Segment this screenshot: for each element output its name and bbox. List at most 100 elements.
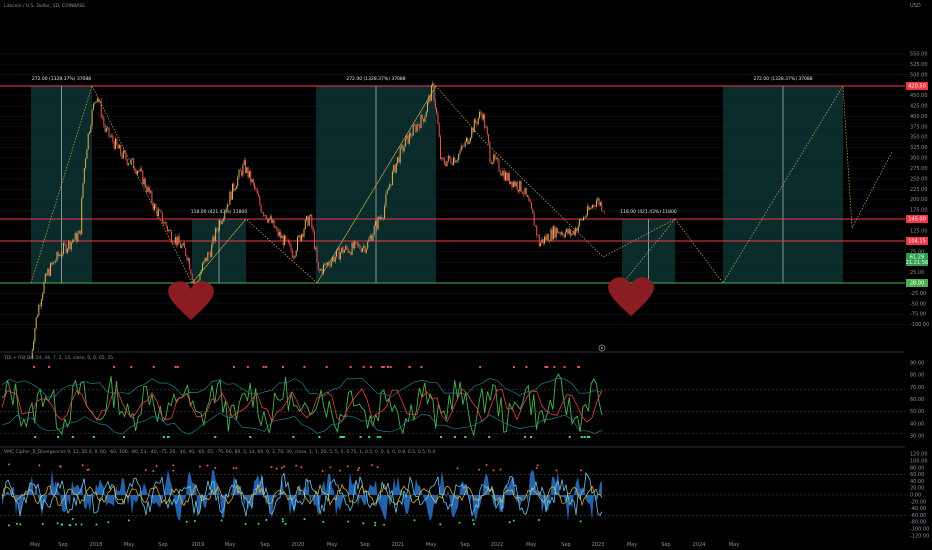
cipher-sell-dot: [300, 466, 303, 469]
rsi-oversold-dot: [583, 436, 586, 438]
tradingview-chart[interactable]: 272.00 (1328.37%) 37088 118.00 (421.43%) …: [0, 0, 932, 550]
rsi-overbought-dot: [33, 366, 36, 368]
candle-body: [295, 250, 297, 256]
time-tick-label: May: [426, 542, 436, 548]
candle-body: [113, 141, 115, 149]
price-tick-label: -75.00: [910, 312, 926, 318]
candle-body: [549, 241, 551, 242]
cipher-sell-dot: [8, 463, 11, 466]
candle-body: [531, 202, 532, 209]
price-tick-label: 425.00: [910, 103, 928, 109]
candle-body: [81, 198, 83, 235]
candle-body: [198, 280, 200, 282]
candle-body: [34, 328, 36, 342]
candle-body: [169, 229, 171, 232]
rsi-oversold-dot: [249, 436, 252, 438]
candle-body: [451, 163, 453, 165]
candle-body: [289, 242, 291, 244]
cipher-buy-dot: [374, 521, 377, 524]
candle-body: [284, 235, 285, 246]
candle-body: [495, 158, 497, 159]
candle-body: [143, 178, 145, 185]
candle-body: [598, 198, 600, 206]
cipher-buy-dot: [413, 519, 416, 522]
candle-body: [372, 234, 374, 241]
candle-body: [364, 245, 366, 253]
rsi-overbought-dot: [420, 366, 423, 368]
cipher-sell-dot: [376, 466, 379, 469]
rsi-oversold-dot: [71, 436, 74, 438]
candle-body: [85, 158, 87, 168]
candle-body: [273, 219, 275, 228]
candle-body: [562, 232, 564, 236]
candle-body: [560, 232, 562, 235]
candle-body: [264, 214, 266, 216]
cipher-buy-dot: [244, 523, 247, 526]
cipher-sell-dot: [86, 468, 89, 471]
cipher-sell-dot: [280, 466, 283, 469]
candle-body: [56, 252, 58, 261]
cipher-tick-label: -40.00: [910, 506, 926, 512]
rsi-oversold-dot: [376, 436, 379, 438]
candle-body: [380, 217, 382, 220]
candle-body: [537, 235, 539, 236]
candle-body: [202, 263, 204, 271]
candle-body: [235, 186, 237, 189]
candle-body: [304, 219, 306, 230]
rsi-oversold-dot: [530, 436, 533, 438]
candle-body: [533, 213, 535, 226]
candle-body: [555, 228, 557, 238]
price-tick-label: -25.00: [910, 291, 926, 297]
candle-body: [490, 161, 492, 164]
candle-body: [345, 246, 347, 250]
candle-body: [42, 293, 44, 300]
candle-body: [356, 242, 358, 245]
candle-body: [492, 162, 493, 164]
candle-body: [280, 232, 282, 239]
cipher-buy-dot: [15, 522, 18, 525]
candle-body: [297, 237, 298, 251]
candle-body: [359, 244, 361, 249]
candle-body: [141, 168, 142, 171]
rsi-oversold-dot: [57, 436, 60, 438]
candle-body: [83, 167, 85, 184]
candle-body: [476, 122, 478, 125]
candle-body: [241, 170, 243, 176]
candle-body: [233, 183, 235, 191]
candle-body: [367, 241, 369, 249]
candle-body: [86, 149, 88, 159]
candle-body: [397, 157, 399, 164]
cipher-sell-dot: [155, 465, 158, 468]
candle-body: [177, 236, 179, 246]
zone-label: 118.00 (421.43%) 11800: [191, 209, 248, 215]
cipher-buy-dot: [383, 523, 386, 526]
candle-body: [53, 261, 55, 263]
candle-body: [212, 236, 214, 245]
candle-body: [360, 248, 362, 252]
candle-body: [245, 160, 246, 173]
candle-body: [414, 125, 415, 126]
candle-body: [351, 242, 353, 255]
candle-body: [154, 204, 155, 210]
cipher-buy-dot: [19, 523, 22, 526]
rsi-oversold-dot: [379, 436, 382, 438]
candle-body: [433, 83, 435, 101]
cipher-sell-dot: [321, 469, 324, 472]
candle-body: [274, 227, 276, 229]
cipher-buy-dot: [75, 523, 78, 526]
candle-body: [310, 214, 311, 217]
rsi-overbought-dot: [265, 366, 268, 368]
candle-body: [246, 167, 248, 173]
candle-body: [313, 231, 315, 249]
candle-body: [514, 181, 516, 187]
cipher-sell-dot: [536, 464, 539, 467]
candle-body: [455, 160, 457, 163]
candle-body: [378, 216, 380, 220]
candle-body: [375, 221, 376, 226]
candle-body: [187, 258, 189, 261]
candle-body: [373, 225, 375, 235]
price-tick-label: 400.00: [910, 114, 928, 120]
price-tick-label: 125.00: [910, 228, 928, 234]
candle-body: [120, 145, 122, 155]
symbol-title: Litecoin / U.S. Dollar, 1D, COINBASE: [4, 3, 85, 9]
